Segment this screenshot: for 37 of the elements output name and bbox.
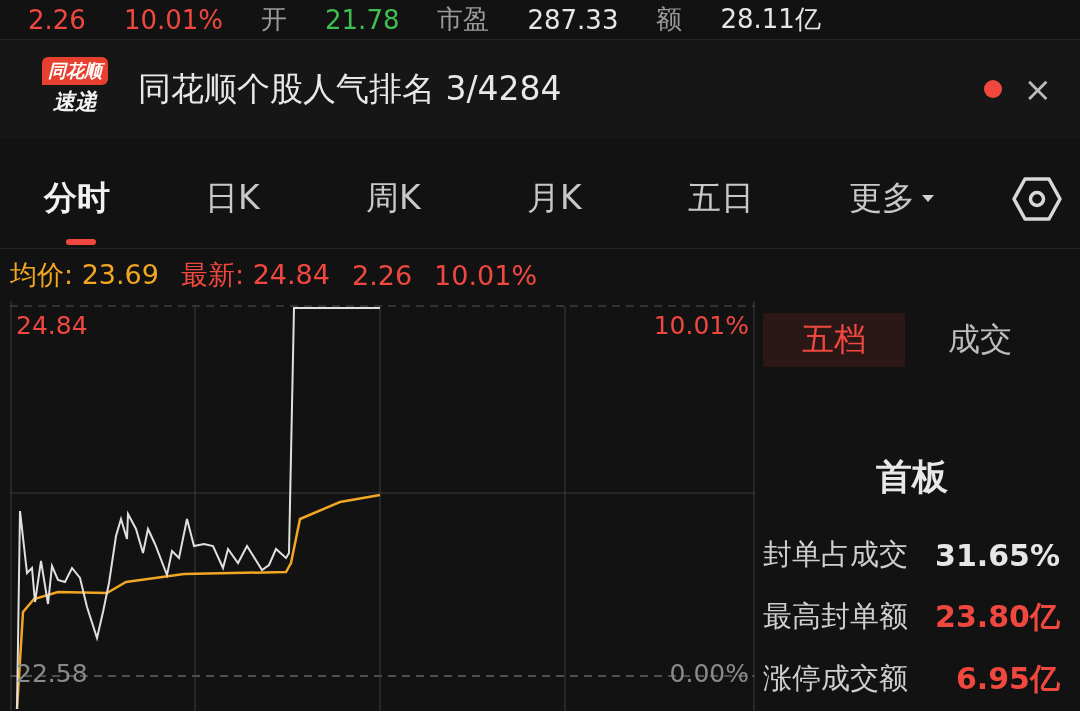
logo-text: 速递: [53, 88, 97, 116]
period-tab[interactable]: 周K: [344, 151, 505, 247]
quote-field: 287.33: [527, 4, 619, 35]
price-summary: 均价: 23.69: [10, 258, 159, 292]
quote-field: 2.26: [28, 4, 86, 35]
stat-label: 涨停成交额: [763, 660, 908, 697]
stat-value: 6.95亿: [955, 659, 1060, 698]
period-tab[interactable]: 五日: [666, 151, 827, 247]
period-tab[interactable]: 分时: [22, 151, 183, 247]
quote-field: 21.78: [325, 4, 400, 35]
news-banner[interactable]: 同花顺 速递 同花顺个股人气排名 3/4284 ×: [0, 40, 1080, 138]
board-heading: 首板: [875, 455, 948, 499]
stat-label: 封单占成交: [763, 536, 908, 573]
period-tab[interactable]: 更多: [827, 151, 988, 247]
price-summary: 10.01%: [434, 259, 538, 291]
axis-label: 10.01%: [653, 311, 749, 340]
quote-field: 28.11亿: [720, 2, 821, 37]
panel-tab[interactable]: 五档: [763, 313, 905, 367]
quote-field: 开: [261, 2, 288, 37]
banner-title: 同花顺个股人气排名 3/4284: [138, 67, 563, 110]
axis-label: 24.84: [16, 311, 88, 340]
axis-label: 0.00%: [669, 659, 749, 688]
settings-icon[interactable]: [1012, 177, 1062, 221]
quote-field: 额: [656, 2, 683, 37]
quote-field: 市盈: [437, 2, 490, 37]
stat-label: 最高封单额: [763, 598, 908, 635]
price-summary: 最新: 24.84: [181, 258, 330, 292]
period-tab[interactable]: 日K: [183, 151, 344, 247]
quote-field: 10.01%: [123, 4, 224, 35]
stat-value: 31.65%: [935, 537, 1060, 573]
caret-icon: [921, 193, 935, 203]
price-summary: 2.26: [351, 259, 413, 291]
panel-tab[interactable]: 成交: [909, 313, 1051, 367]
stat-value: 23.80亿: [935, 597, 1060, 636]
close-button[interactable]: ×: [1023, 72, 1052, 106]
period-tab[interactable]: 月K: [505, 151, 666, 247]
logo-text: 同花顺: [42, 57, 108, 85]
